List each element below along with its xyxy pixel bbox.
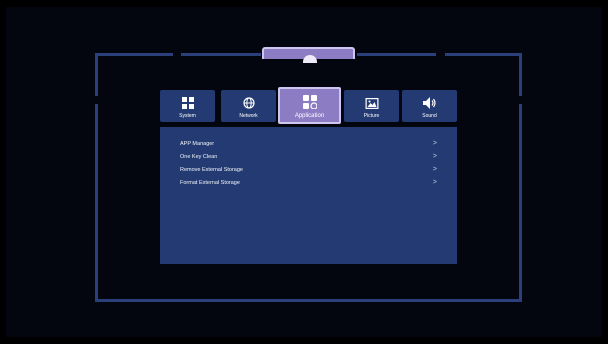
menu-item-app-manager[interactable]: APP Manager >	[180, 139, 437, 149]
top-highlight-tab	[262, 47, 355, 63]
frame-top-segment-1	[95, 53, 173, 56]
frame-left-upper	[95, 53, 98, 96]
tab-application-label: Application	[294, 113, 325, 119]
picture-icon	[365, 96, 379, 114]
tab-network[interactable]: Network	[221, 90, 276, 122]
chevron-right-icon: >	[432, 140, 437, 147]
tab-picture[interactable]: Picture	[344, 90, 399, 122]
tab-application[interactable]: Application	[278, 87, 341, 124]
tab-system[interactable]: System	[160, 90, 215, 122]
frame-bottom	[95, 299, 522, 302]
tab-sound-label: Sound	[422, 113, 437, 119]
top-tab-indicator	[303, 55, 317, 63]
frame-top-segment-2	[181, 53, 261, 56]
frame-top-segment-4	[445, 53, 522, 56]
menu-item-remove-external-storage[interactable]: Remove External Storage >	[180, 165, 437, 175]
speaker-icon	[422, 96, 437, 114]
tab-system-label: System	[179, 113, 196, 119]
frame-right-lower	[519, 104, 522, 302]
chevron-right-icon: >	[432, 179, 437, 186]
frame-top-segment-3	[357, 53, 436, 56]
application-menu-panel: APP Manager > One Key Clean > Remove Ext…	[160, 127, 457, 264]
tab-picture-label: Picture	[363, 113, 380, 119]
apps-icon	[302, 95, 318, 114]
menu-item-label: Format External Storage	[180, 180, 240, 186]
globe-icon	[242, 96, 255, 114]
settings-tab-bar: System Network Application Picture Sound	[160, 87, 457, 124]
tab-sound[interactable]: Sound	[402, 90, 457, 122]
chevron-right-icon: >	[432, 153, 437, 160]
frame-left-lower	[95, 104, 98, 302]
menu-item-label: APP Manager	[180, 141, 215, 147]
tab-network-label: Network	[239, 113, 258, 119]
menu-item-label: Remove External Storage	[180, 167, 243, 173]
menu-item-format-external-storage[interactable]: Format External Storage >	[180, 178, 437, 188]
menu-item-one-key-clean[interactable]: One Key Clean >	[180, 152, 437, 162]
system-icon	[181, 96, 194, 114]
menu-item-label: One Key Clean	[180, 154, 218, 160]
frame-right-upper	[519, 53, 522, 96]
chevron-right-icon: >	[432, 166, 437, 173]
